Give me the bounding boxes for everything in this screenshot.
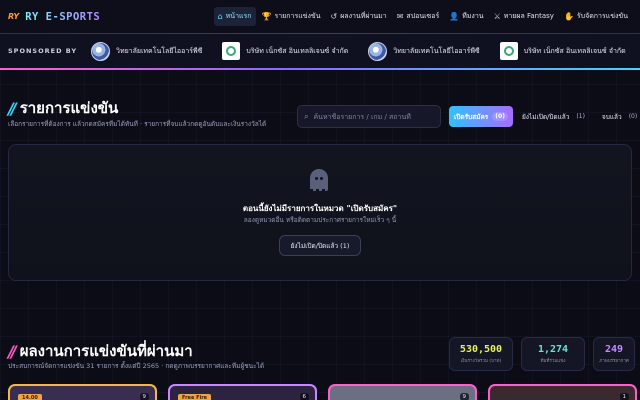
sponsor-name: บริษัท เน็กซัส อินเทลลิเจนซ์ จำกัด <box>523 46 626 55</box>
sponsor-item[interactable]: บริษัท เน็กซัส อินเทลลิเจนซ์ จำกัด <box>499 42 626 60</box>
event-badge: 14.00 <box>18 394 42 400</box>
stat-card: 1,274 ทีมที่ร่วมแข่ง <box>521 337 585 371</box>
sponsor-name: วิทยาลัยเทคโนโลยีไออาร์พีซี <box>393 46 480 55</box>
tournaments-heading: // รายการแข่งขัน <box>8 96 118 120</box>
filter-tab-1[interactable]: เปิดรับสมัคร (0) <box>449 106 513 127</box>
slash-accent-icon: // <box>8 341 17 361</box>
sponsor-name: บริษัท เน็กซัส อินเทลลิเจนซ์ จำกัด <box>246 46 349 55</box>
sponsor-strip: SPONSORED BY วิทยาลัยเทคโนโลยีไออาร์พีซี… <box>0 34 640 68</box>
search-icon: ⌕ <box>304 111 309 121</box>
college-logo-icon <box>368 41 388 61</box>
event-card[interactable]: Free Fire 6 <box>168 384 317 400</box>
company-logo-icon <box>499 42 518 60</box>
filter-count-badge: (1) <box>576 113 585 120</box>
filter-label: เปิดรับสมัคร <box>454 112 489 121</box>
ghost-icon-feet <box>310 189 328 192</box>
results-title: ผลงานการแข่งขันที่ผ่านมา <box>19 342 193 360</box>
switch-category-button[interactable]: ยังไม่เปิด/ปิดแล้ว (1) <box>279 235 361 256</box>
sponsor-item[interactable]: บริษัท เน็กซัส อินเทลลิเจนซ์ จำกัด <box>222 42 348 60</box>
filter-count-badge: (0) <box>492 112 508 121</box>
filter-label: ยังไม่เปิด/ปิดแล้ว <box>521 112 570 121</box>
nav-item-label: รายการแข่งขัน <box>274 12 321 20</box>
main-nav: ⌂ หน้าแรก 🏆 รายการแข่งขัน ↺ ผลงานที่ผ่านมา ✉ สป… <box>213 7 632 26</box>
photo-count-badge: 6 <box>299 393 309 400</box>
nav-item-3[interactable]: ↺ ผลงานที่ผ่านมา <box>327 7 391 26</box>
stat-label: ภาพบรรยากาศ <box>599 359 629 364</box>
photo-count-badge: 9 <box>459 393 469 400</box>
event-card[interactable]: 9 <box>328 384 477 400</box>
nav-item-1[interactable]: ⌂ หน้าแรก <box>213 7 256 26</box>
filter-label: จบแล้ว <box>601 112 622 121</box>
search-box[interactable]: ⌕ <box>297 105 441 128</box>
stat-card: 530,500 เงินรางวัลรวม (บาท) <box>449 337 513 371</box>
company-logo-icon <box>222 42 241 60</box>
sponsor-name: วิทยาลัยเทคโนโลยีไออาร์พีซี <box>116 46 203 55</box>
trophy-icon: 🏆 <box>261 11 272 21</box>
event-card[interactable]: 14.00 9 <box>8 384 157 400</box>
college-logo-icon <box>91 41 111 61</box>
photo-count-badge: 9 <box>139 393 149 400</box>
nav-item-5[interactable]: 👤 ทีมงาน <box>445 7 487 26</box>
results-subtitle: ประสบการณ์จัดการแข่งขัน 31 รายการ ตั้งแต… <box>8 362 265 370</box>
sponsor-item[interactable]: วิทยาลัยเทคโนโลยีไออาร์พีซี <box>368 41 480 61</box>
stat-value: 1,274 <box>537 344 569 355</box>
user-icon: 👤 <box>449 11 460 21</box>
stat-value: 249 <box>604 344 624 355</box>
nav-item-7[interactable]: ✋ รับจัดการแข่งขัน <box>560 7 632 26</box>
crossed-swords-icon: ⚔ <box>493 11 501 21</box>
brand-logo: RY <box>8 12 20 21</box>
status-filter-tabs: เปิดรับสมัคร (0) ยังไม่เปิด/ปิดแล้ว (1) จบแล… <box>449 105 640 128</box>
empty-state-description: ลองดูหมวดอื่น หรือติดตามประกาศรายการใหม่… <box>243 216 397 224</box>
empty-state-title: ตอนนี้ยังไม่มีรายการในหมวด "เปิดรับสมัคร… <box>242 204 398 213</box>
filter-count-badge: (0) <box>628 113 638 120</box>
nav-item-label: สปอนเซอร์ <box>406 12 440 20</box>
brand[interactable]: RY RY E-SPORTS <box>8 11 100 23</box>
page-title: รายการแข่งขัน <box>19 99 119 117</box>
brand-name: RY E-SPORTS <box>25 10 101 23</box>
stat-label: ทีมที่ร่วมแข่ง <box>540 359 566 364</box>
home-icon: ⌂ <box>217 11 223 21</box>
nav-item-2[interactable]: 🏆 รายการแข่งขัน <box>258 7 325 26</box>
sponsor-gradient-divider <box>0 68 640 70</box>
event-badge: Free Fire <box>178 394 212 400</box>
organize-icon: ✋ <box>563 11 574 21</box>
nav-item-label: ผลงานที่ผ่านมา <box>340 12 387 20</box>
photo-count-badge: 1 <box>619 393 629 400</box>
sponsor-item[interactable]: วิทยาลัยเทคโนโลยีไออาร์พีซี <box>91 41 203 61</box>
megaphone-icon: ✉ <box>396 11 404 21</box>
filter-tab-3[interactable]: จบแล้ว (0) <box>597 106 640 127</box>
tournaments-subtitle: เลือกรายการที่ต้องการ แล้วกดสมัครทีมได้ท… <box>8 120 267 128</box>
ghost-icon <box>310 169 328 191</box>
results-stats: 530,500 เงินรางวัลรวม (บาท) 1,274 ทีมที่ร่ว… <box>449 337 635 371</box>
past-event-cards: 14.00 9 Free Fire 6 9 1 <box>8 384 637 400</box>
nav-item-6[interactable]: ⚔ ทายผล Fantasy <box>490 7 558 26</box>
nav-item-label: รับจัดการแข่งขัน <box>576 12 628 20</box>
top-navbar: RY RY E-SPORTS ⌂ หน้าแรก 🏆 รายการแข่งขัน ↺ ผล… <box>0 0 640 33</box>
filter-tab-2[interactable]: ยังไม่เปิด/ปิดแล้ว (1) <box>517 106 593 127</box>
sponsor-label: SPONSORED BY <box>8 47 78 55</box>
results-heading: // ผลงานการแข่งขันที่ผ่านมา <box>8 339 193 363</box>
nav-item-4[interactable]: ✉ สปอนเซอร์ <box>393 7 444 26</box>
search-input[interactable] <box>313 112 434 121</box>
stat-value: 530,500 <box>459 344 503 355</box>
nav-item-label: ทีมงาน <box>462 12 484 20</box>
stat-label: เงินรางวัลรวม (บาท) <box>460 359 502 364</box>
event-card[interactable]: 1 <box>488 384 637 400</box>
nav-item-label: หน้าแรก <box>225 12 252 20</box>
slash-accent-icon: // <box>8 98 17 118</box>
history-icon: ↺ <box>330 11 338 21</box>
stat-card: 249 ภาพบรรยากาศ <box>593 337 635 371</box>
nav-item-label: ทายผล Fantasy <box>503 12 554 20</box>
